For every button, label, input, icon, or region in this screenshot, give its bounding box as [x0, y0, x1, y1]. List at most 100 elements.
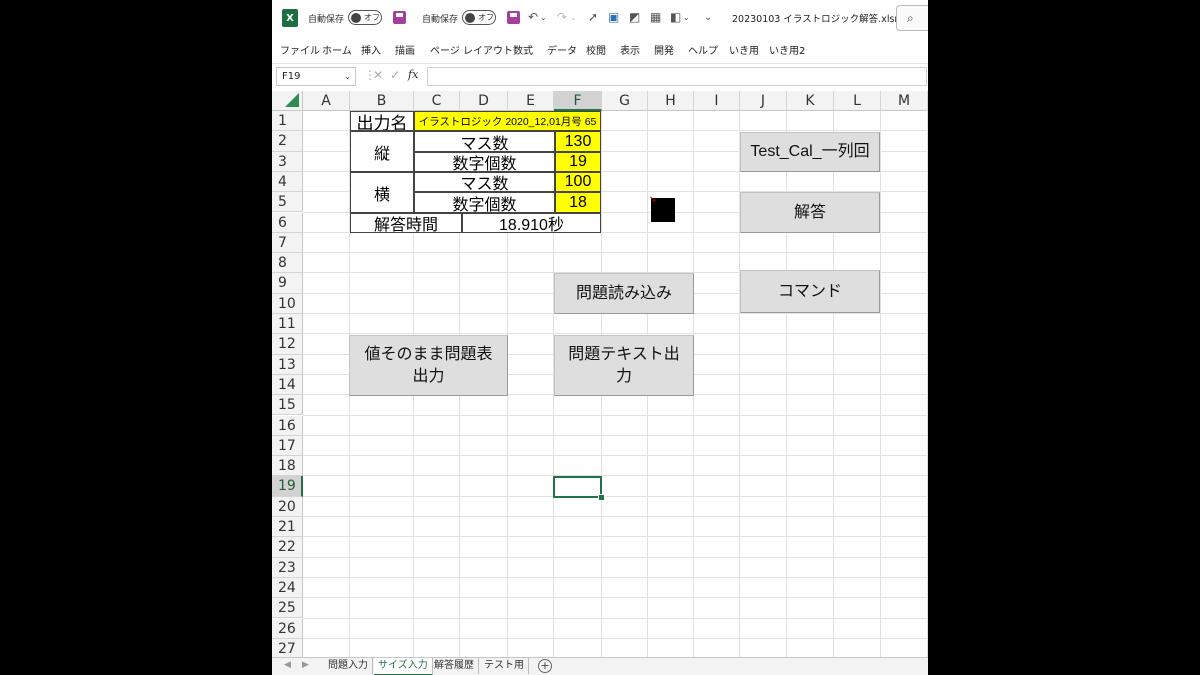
column-header-m[interactable]: M — [881, 91, 928, 111]
tab-insert[interactable]: 挿入 — [361, 42, 381, 57]
row-header-24[interactable]: 24 — [272, 577, 303, 599]
form-icon[interactable]: ▣ — [608, 10, 619, 24]
tab-iki2[interactable]: いき用2 — [769, 42, 805, 57]
row-header-23[interactable]: 23 — [272, 557, 303, 578]
row-header-16[interactable]: 16 — [272, 415, 303, 436]
answer-time-label[interactable]: 解答時間 — [350, 213, 462, 233]
yoko-number-value[interactable]: 18 — [555, 192, 601, 213]
tab-developer[interactable]: 開発 — [654, 42, 674, 57]
yoko-label[interactable]: 横 — [350, 172, 414, 213]
column-header-k[interactable]: K — [787, 91, 834, 111]
row-header-3[interactable]: 3 — [272, 151, 303, 172]
yoko-number-label[interactable]: 数字個数 — [414, 192, 555, 213]
sheet-tab-size-input[interactable]: サイズ入力 — [374, 658, 433, 675]
tate-number-label[interactable]: 数字個数 — [414, 152, 555, 172]
chart-icon[interactable]: ◩ — [629, 10, 640, 24]
row-header-12[interactable]: 12 — [272, 334, 303, 355]
text-output-button[interactable]: 問題テキスト出 力 — [554, 335, 694, 396]
prev-sheet-icon[interactable]: ◀ — [284, 660, 291, 670]
yoko-masu-value[interactable]: 100 — [555, 172, 601, 192]
tab-file[interactable]: ファイル — [280, 42, 320, 57]
row-header-22[interactable]: 22 — [272, 537, 303, 558]
tab-view[interactable]: 表示 — [620, 42, 640, 57]
row-header-17[interactable]: 17 — [272, 435, 303, 457]
row-header-14[interactable]: 14 — [272, 374, 303, 396]
output-name-value[interactable]: イラストロジック 2020_12,01月号 65 — [414, 111, 601, 131]
shapes-icon[interactable]: ◧ — [670, 10, 681, 24]
yoko-masu-label[interactable]: マス数 — [414, 172, 555, 192]
row-header-2[interactable]: 2 — [272, 131, 303, 152]
tate-masu-label[interactable]: マス数 — [414, 131, 555, 152]
tate-label[interactable]: 縦 — [350, 131, 414, 172]
row-header-1[interactable]: 1 — [272, 111, 303, 132]
search-button[interactable]: ⌕ — [896, 5, 928, 31]
row-header-25[interactable]: 25 — [272, 598, 303, 619]
formula-input[interactable] — [427, 67, 927, 86]
tab-iki[interactable]: いき用 — [729, 42, 759, 57]
tate-masu-value[interactable]: 130 — [555, 131, 601, 152]
column-header-g[interactable]: G — [602, 91, 648, 111]
tab-help[interactable]: ヘルプ — [688, 42, 718, 57]
name-box-dropdown-icon[interactable]: ⌄ — [344, 68, 351, 85]
tate-number-value[interactable]: 19 — [555, 152, 601, 172]
tab-formulas[interactable]: 数式 — [513, 42, 533, 57]
column-header-a[interactable]: A — [303, 91, 350, 111]
column-header-b[interactable]: B — [350, 91, 414, 111]
row-header-26[interactable]: 26 — [272, 618, 303, 639]
row-header-18[interactable]: 18 — [272, 456, 303, 477]
save-icon-2[interactable] — [507, 11, 520, 24]
undo-dropdown-icon[interactable]: ⌄ — [540, 13, 547, 22]
command-button[interactable]: コマンド — [740, 270, 880, 313]
column-header-j[interactable]: J — [740, 91, 787, 111]
add-sheet-icon[interactable]: + — [538, 659, 552, 673]
column-header-e[interactable]: E — [508, 91, 554, 111]
row-header-13[interactable]: 13 — [272, 354, 303, 375]
undo-icon[interactable]: ↶ — [528, 10, 538, 24]
tab-home[interactable]: ホーム — [322, 42, 352, 57]
answer-time-value[interactable]: 18.910秒 — [462, 213, 601, 233]
insert-function-icon[interactable]: fx — [408, 68, 418, 81]
sheet-tab-answer-history[interactable]: 解答履歴 — [430, 658, 479, 674]
select-all-corner[interactable] — [272, 91, 303, 111]
row-header-4[interactable]: 4 — [272, 171, 303, 193]
row-header-6[interactable]: 6 — [272, 212, 303, 233]
pointer-icon[interactable]: ➚ — [588, 10, 598, 24]
autosave-toggle[interactable]: オフ — [348, 10, 382, 25]
tab-review[interactable]: 校閲 — [586, 42, 606, 57]
row-header-10[interactable]: 10 — [272, 293, 303, 314]
output-name-label[interactable]: 出力名 — [350, 111, 414, 131]
enter-icon[interactable]: ✓ — [390, 68, 400, 82]
column-header-h[interactable]: H — [648, 91, 694, 111]
redo-dropdown-icon[interactable]: ⌄ — [570, 13, 577, 22]
save-icon[interactable] — [393, 11, 406, 24]
customize-toolbar-icon[interactable]: ⌄ — [704, 12, 712, 23]
file-name[interactable]: 20230103 イラストロジック解答.xlsm ⌄ — [732, 11, 915, 25]
tab-page-layout[interactable]: ページ レイアウト — [430, 42, 513, 57]
column-header-l[interactable]: L — [834, 91, 881, 111]
output-values-button[interactable]: 値そのまま問題表 出力 — [349, 335, 508, 396]
row-header-7[interactable]: 7 — [272, 232, 303, 254]
row-header-27[interactable]: 27 — [272, 638, 303, 657]
tab-data[interactable]: データ — [547, 42, 577, 57]
row-header-15[interactable]: 15 — [272, 395, 303, 416]
row-header-19[interactable]: 19 — [272, 476, 303, 497]
name-box[interactable]: F19 ⌄ — [276, 67, 356, 86]
column-header-i[interactable]: I — [694, 91, 740, 111]
column-header-c[interactable]: C — [414, 91, 460, 111]
row-header-21[interactable]: 21 — [272, 517, 303, 538]
load-problem-button[interactable]: 問題読み込み — [554, 273, 694, 314]
cancel-icon[interactable]: ✕ — [373, 68, 383, 82]
next-sheet-icon[interactable]: ▶ — [302, 660, 309, 670]
autosave-toggle-2[interactable]: オフ — [462, 10, 496, 25]
worksheet-grid[interactable]: ABCDEFGHIJKLM 1 2 3 4 5 6 7 8 9 10 11 12 13 14 15 16 17 1… — [272, 91, 928, 657]
tab-draw[interactable]: 描画 — [395, 42, 415, 57]
row-header-5[interactable]: 5 — [272, 192, 303, 213]
answer-button[interactable]: 解答 — [740, 192, 880, 233]
column-header-d[interactable]: D — [460, 91, 508, 111]
selected-cell[interactable] — [553, 476, 602, 498]
fill-handle[interactable] — [598, 494, 605, 501]
column-header-f[interactable]: F — [554, 91, 602, 111]
sheet-tab-test[interactable]: テスト用 — [480, 658, 529, 674]
table-icon[interactable]: ▦ — [650, 10, 661, 24]
test-cal-button[interactable]: Test_Cal_一列回 — [740, 132, 880, 172]
